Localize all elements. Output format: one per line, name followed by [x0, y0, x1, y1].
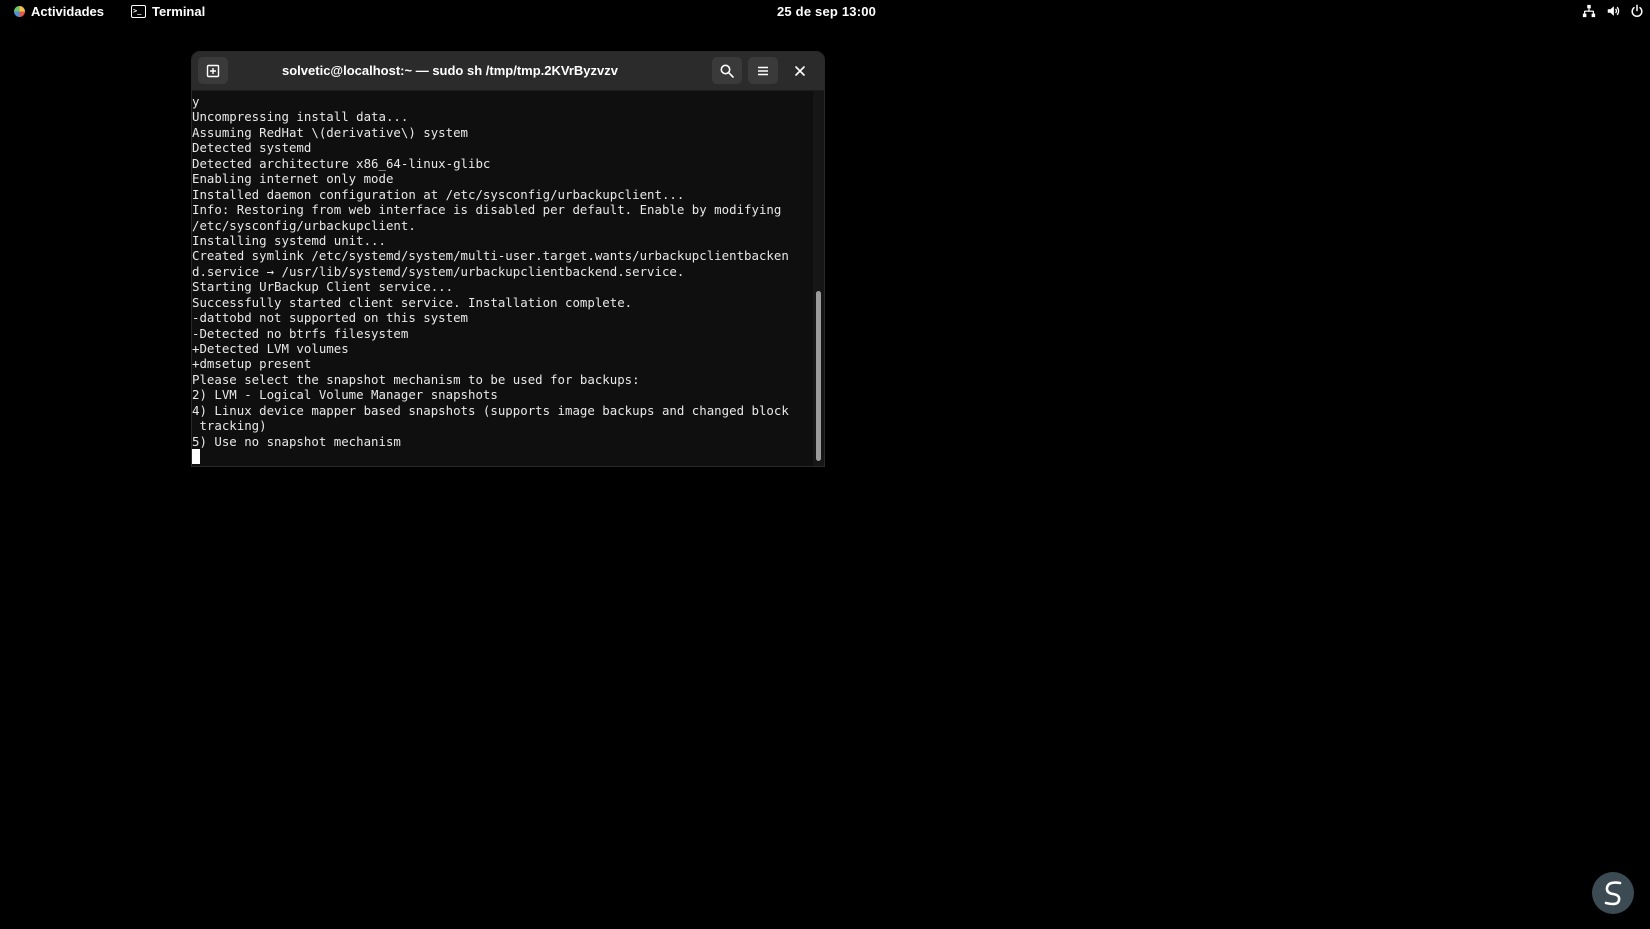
hamburger-menu-icon [758, 66, 768, 75]
terminal-prompt-line[interactable] [192, 449, 789, 465]
terminal-line: Installing systemd unit... [192, 232, 386, 248]
terminal-line: Assuming RedHat \(derivative\) system [192, 124, 469, 140]
activities-label: Actividades [31, 4, 104, 19]
terminal-line: Detected architecture x86_64-linux-glibc [192, 155, 491, 171]
terminal-line: +dmsetup present [192, 356, 312, 372]
terminal-lines: y Uncompressing install data... Assuming R… [192, 94, 789, 465]
window-headerbar[interactable]: solvetic@localhost:~ — sudo sh /tmp/tmp.… [192, 52, 824, 91]
terminal-scrollbar[interactable] [813, 91, 824, 466]
activities-button[interactable]: Actividades [14, 4, 104, 19]
terminal-line: 5) Use no snapshot mechanism [192, 433, 401, 449]
terminal-line: Info: Restoring from web interface is di… [192, 202, 782, 218]
close-button[interactable] [785, 57, 815, 84]
terminal-line: Successfully started client service. Ins… [192, 294, 633, 310]
power-icon[interactable] [1630, 4, 1644, 18]
terminal-line: 4) Linux device mapper based snapshots (… [192, 402, 789, 418]
search-icon [720, 64, 734, 78]
app-menu-label: Terminal [152, 4, 206, 19]
new-tab-button[interactable] [198, 57, 228, 84]
terminal-line: Installed daemon configuration at /etc/s… [192, 186, 685, 202]
terminal-line: Detected systemd [192, 140, 312, 156]
terminal-line: tracking) [192, 418, 267, 434]
network-icon[interactable] [1582, 4, 1596, 18]
terminal-line: Enabling internet only mode [192, 171, 394, 187]
terminal-line: /etc/sysconfig/urbackupclient. [192, 217, 416, 233]
menu-button[interactable] [748, 57, 778, 84]
app-menu-terminal[interactable]: >_ Terminal [131, 4, 205, 19]
terminal-line: y [192, 94, 200, 109]
terminal-line: +Detected LVM volumes [192, 341, 349, 356]
scrollbar-thumb[interactable] [816, 291, 821, 461]
terminal-line: Created symlink /etc/systemd/system/mult… [192, 248, 789, 264]
terminal-line: Starting UrBackup Client service... [192, 279, 454, 295]
close-icon [795, 65, 805, 76]
clock[interactable]: 25 de sep 13:00 [777, 4, 876, 19]
terminal-line: d.service → /usr/lib/systemd/system/urba… [192, 263, 685, 279]
terminal-line: -Detected no btrfs filesystem [192, 325, 409, 341]
gnome-foot-icon [14, 6, 25, 17]
terminal-line: 2) LVM - Logical Volume Manager snapshot… [192, 387, 498, 403]
solvetic-logo-icon [1592, 872, 1634, 914]
terminal-line: Uncompressing install data... [192, 109, 409, 125]
terminal-window[interactable]: solvetic@localhost:~ — sudo sh /tmp/tmp.… [192, 52, 824, 466]
terminal-cursor [192, 449, 200, 465]
terminal-line: Please select the snapshot mechanism to … [192, 371, 640, 387]
terminal-icon: >_ [131, 5, 146, 18]
top-bar: Actividades >_ Terminal 25 de sep 13:00 [0, 0, 1650, 27]
volume-icon[interactable] [1606, 4, 1620, 18]
terminal-output[interactable]: y Uncompressing install data... Assuming R… [192, 91, 813, 466]
system-tray[interactable] [1582, 4, 1644, 18]
terminal-line: -dattobd not supported on this system [192, 310, 469, 326]
search-button[interactable] [712, 57, 742, 84]
window-title: solvetic@localhost:~ — sudo sh /tmp/tmp.… [282, 63, 618, 78]
new-tab-icon [206, 64, 220, 77]
